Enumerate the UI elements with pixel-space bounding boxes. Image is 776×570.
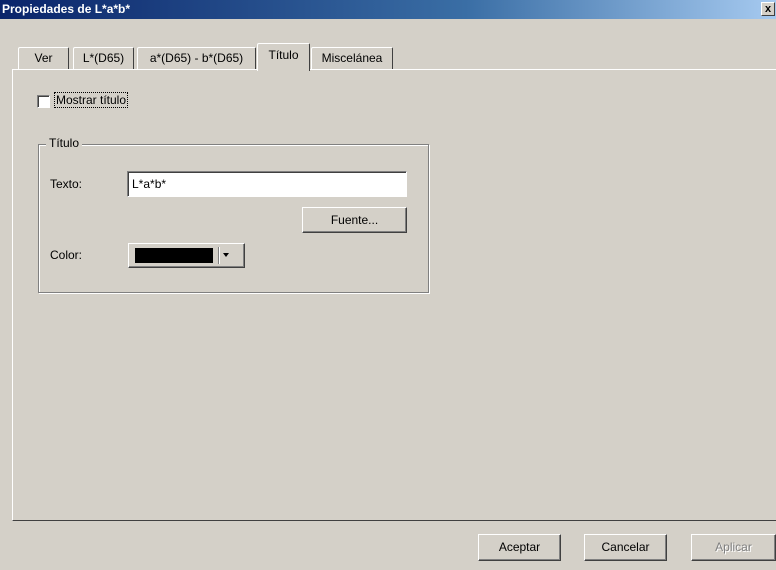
apply-button[interactable]: Aplicar xyxy=(691,534,776,561)
title-bar: Propiedades de L*a*b* x xyxy=(0,0,776,19)
ok-button[interactable]: Aceptar xyxy=(478,534,561,561)
tab-ver-label: Ver xyxy=(34,51,53,65)
tab-l-d65-label: L*(D65) xyxy=(82,51,125,65)
window-title: Propiedades de L*a*b* xyxy=(2,2,131,16)
tab-a-b-d65-label: a*(D65) - b*(D65) xyxy=(149,51,244,65)
tab-titulo-label: Título xyxy=(268,48,299,62)
apply-button-label: Aplicar xyxy=(715,540,752,554)
close-button[interactable]: x xyxy=(761,2,775,16)
close-icon: x xyxy=(764,3,772,15)
tab-miscelanea[interactable]: Miscelánea xyxy=(311,47,393,69)
cancel-button[interactable]: Cancelar xyxy=(584,534,667,561)
tab-ver[interactable]: Ver xyxy=(18,47,69,69)
tab-miscelanea-label: Miscelánea xyxy=(321,51,383,65)
tab-l-d65[interactable]: L*(D65) xyxy=(73,47,134,69)
cancel-button-label: Cancelar xyxy=(601,540,650,554)
tab-panel xyxy=(12,69,776,521)
ok-button-label: Aceptar xyxy=(498,540,541,554)
tab-a-b-d65[interactable]: a*(D65) - b*(D65) xyxy=(137,47,256,69)
tab-titulo[interactable]: Título xyxy=(257,43,310,71)
